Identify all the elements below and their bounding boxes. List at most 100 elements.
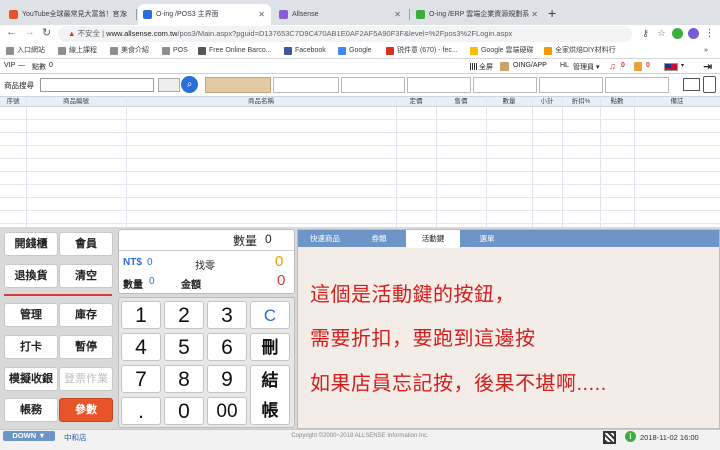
column-header-quantity[interactable]: 數量 [486, 97, 532, 107]
member-button[interactable]: 會員 [59, 232, 113, 256]
key-0[interactable]: 0 [164, 397, 204, 425]
clear-key[interactable]: C [250, 301, 290, 329]
browser-tab-youtube[interactable]: YouTube全球最常見大富翁！官方 ✕ [4, 4, 134, 25]
tab-coupons[interactable]: 券類 [352, 230, 406, 247]
app-label[interactable]: OING/APP [513, 62, 547, 69]
accounts-button[interactable]: 帳務 [4, 398, 58, 422]
extension-icon[interactable] [672, 28, 683, 39]
key-00[interactable]: 00 [207, 397, 247, 425]
bookmark-facebook[interactable]: Facebook [284, 45, 326, 57]
column-header-points[interactable]: 點數 [600, 97, 634, 107]
bookmark-courses[interactable]: 線上課程 [58, 45, 97, 57]
column-header-seq[interactable]: 序號 [0, 97, 26, 107]
item-table-body[interactable] [0, 107, 720, 227]
bell-icon[interactable]: ♫ [609, 61, 616, 71]
quick-slot-6[interactable] [539, 77, 603, 93]
column-header-list-price[interactable]: 定價 [396, 97, 436, 107]
clear-button[interactable]: 清空 [59, 264, 113, 288]
key-5[interactable]: 5 [164, 333, 204, 361]
key-4[interactable]: 4 [121, 333, 161, 361]
forward-button[interactable]: → [24, 26, 35, 38]
bookmark-google[interactable]: Google [338, 45, 372, 57]
column-header-product-code[interactable]: 商品編號 [26, 97, 126, 107]
delete-key[interactable]: 刪 [250, 333, 290, 361]
inventory-button[interactable]: 庫存 [59, 303, 113, 327]
mail-icon[interactable] [683, 78, 700, 91]
column-header-sale-price[interactable]: 售價 [436, 97, 486, 107]
bookmark-bakery[interactable]: 全家烘焙DIY材料行 [544, 45, 616, 57]
bookmark-pos[interactable]: POS [162, 45, 188, 57]
menu-kebab-icon[interactable]: ⋮ [704, 28, 715, 39]
return-exchange-button[interactable]: 退換貨 [4, 264, 58, 288]
fullscreen-icon[interactable] [470, 63, 477, 70]
table-row[interactable] [0, 198, 720, 211]
bookmark-portal[interactable]: 入口網站 [6, 45, 45, 57]
settings-button[interactable]: 參數 [59, 398, 113, 422]
table-row[interactable] [0, 146, 720, 159]
column-header-subtotal[interactable]: 小計 [532, 97, 562, 107]
close-tab-icon[interactable]: ✕ [258, 4, 265, 25]
column-header-notes[interactable]: 備註 [634, 97, 720, 107]
product-search-input[interactable] [40, 78, 154, 92]
key-3[interactable]: 3 [207, 301, 247, 329]
key-9[interactable]: 9 [207, 365, 247, 393]
table-row[interactable] [0, 211, 720, 224]
browser-tab-pos3[interactable]: O-ing /POS3 主界面 ✕ [138, 4, 271, 25]
key-8[interactable]: 8 [164, 365, 204, 393]
notes-icon[interactable] [703, 76, 716, 93]
flag-icon[interactable] [664, 63, 678, 71]
close-tab-icon[interactable]: ✕ [394, 4, 401, 25]
invoice-operations-button[interactable]: 登票作業 [59, 367, 113, 391]
quick-slot-4[interactable] [407, 77, 471, 93]
browser-tab-erp[interactable]: O-ing /ERP 雲端企業資源規劃系 ✕ [411, 4, 544, 25]
keyboard-icon[interactable] [158, 78, 180, 92]
quick-slot-1[interactable] [205, 77, 271, 93]
column-header-discount[interactable]: 折扣% [562, 97, 600, 107]
table-row[interactable] [0, 159, 720, 172]
bookmark-food[interactable]: 美食介紹 [110, 45, 149, 57]
key-7[interactable]: 7 [121, 365, 161, 393]
quick-slot-3[interactable] [341, 77, 405, 93]
column-header-product-name[interactable]: 商品名稱 [126, 97, 396, 107]
logout-icon[interactable]: ⇥ [703, 60, 712, 73]
manager-dropdown[interactable]: 管理員 ▾ [573, 62, 599, 72]
info-icon[interactable]: i [625, 431, 636, 442]
bookmarks-overflow-button[interactable]: » [704, 45, 708, 57]
key-dot[interactable]: . [121, 397, 161, 425]
table-row[interactable] [0, 107, 720, 120]
fullscreen-button[interactable]: 全屏 [479, 62, 493, 72]
table-row[interactable] [0, 120, 720, 133]
address-bar[interactable]: ▲ 不安全 | www.allsense.com.tw/pos3/Main.as… [58, 26, 632, 42]
quick-slot-5[interactable] [473, 77, 537, 93]
bookmark-google-drive[interactable]: Google 雲端硬碟 [470, 45, 534, 57]
quick-slot-7[interactable] [605, 77, 669, 93]
bookmark-barcode[interactable]: Free Online Barco... [198, 45, 272, 57]
reload-button[interactable]: ↻ [42, 26, 51, 39]
tab-quick-products[interactable]: 快速商品 [298, 230, 352, 247]
search-icon[interactable]: ⌕ [181, 76, 198, 93]
tab-promotion-keys[interactable]: 活動鍵 [406, 230, 460, 248]
down-button[interactable]: DOWN ▼ [3, 431, 55, 441]
new-tab-button[interactable]: + [548, 5, 556, 21]
table-row[interactable] [0, 185, 720, 198]
qr-code-icon[interactable] [603, 431, 616, 444]
key-2[interactable]: 2 [164, 301, 204, 329]
manage-button[interactable]: 管理 [4, 303, 58, 327]
pause-button[interactable]: 暫停 [59, 335, 113, 359]
table-row[interactable] [0, 172, 720, 185]
lock-icon[interactable] [634, 62, 642, 71]
table-row[interactable] [0, 133, 720, 146]
tab-menu[interactable]: 選單 [460, 230, 514, 247]
bookmark-mail[interactable]: 锐件意 (670) - fec... [386, 45, 458, 57]
clock-in-button[interactable]: 打卡 [4, 335, 58, 359]
simulate-checkout-button[interactable]: 模擬收銀 [4, 367, 58, 391]
open-cash-drawer-button[interactable]: 開錢櫃 [4, 232, 58, 256]
browser-tab-allsense[interactable]: Allsense ✕ [274, 4, 407, 25]
star-icon[interactable]: ☆ [656, 28, 667, 39]
close-tab-icon[interactable]: ✕ [121, 4, 128, 25]
key-icon[interactable]: ⚷ [640, 28, 651, 39]
language-dropdown-icon[interactable]: ▾ [681, 62, 684, 69]
back-button[interactable]: ← [6, 26, 17, 38]
close-tab-icon[interactable]: ✕ [531, 4, 538, 25]
quick-slot-2[interactable] [273, 77, 339, 93]
